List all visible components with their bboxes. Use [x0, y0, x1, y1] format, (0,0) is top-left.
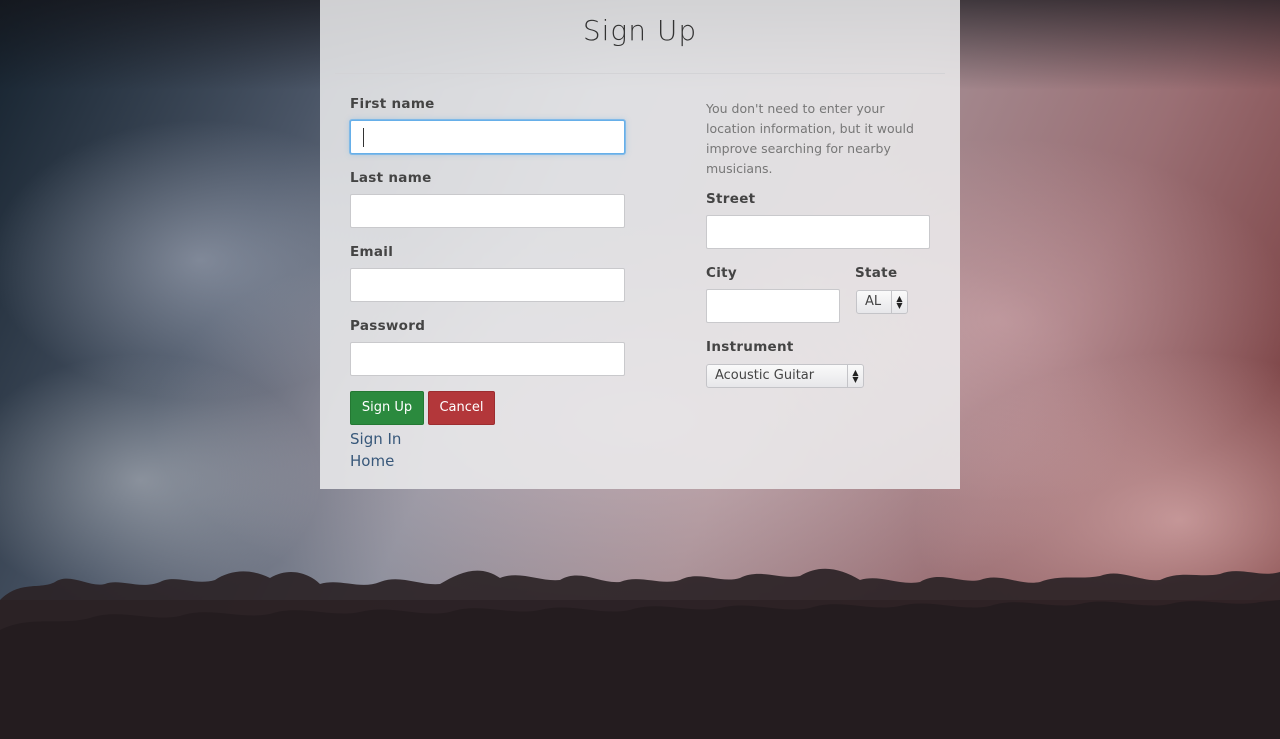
up-down-arrows-icon: ▲ ▼	[847, 365, 863, 387]
street-label: Street	[706, 191, 756, 207]
instrument-selected-value: Acoustic Guitar	[715, 368, 815, 383]
title-divider	[335, 73, 945, 74]
email-field[interactable]	[350, 268, 625, 302]
first-name-label: First name	[350, 96, 435, 112]
password-field[interactable]	[350, 342, 625, 376]
state-select[interactable]: AL ▲ ▼	[856, 290, 908, 314]
last-name-field[interactable]	[350, 194, 625, 228]
location-help-text: You don't need to enter your location in…	[706, 101, 914, 176]
home-link[interactable]: Home	[350, 452, 394, 470]
email-label: Email	[350, 244, 394, 260]
text-caret	[363, 128, 364, 147]
state-label: State	[855, 265, 898, 281]
instrument-select[interactable]: Acoustic Guitar ▲ ▼	[706, 364, 864, 388]
city-field[interactable]	[706, 289, 840, 323]
cancel-button[interactable]: Cancel	[428, 391, 495, 425]
sign-up-button[interactable]: Sign Up	[350, 391, 424, 425]
instrument-label: Instrument	[706, 339, 794, 355]
page-title: Sign Up	[582, 14, 698, 47]
last-name-label: Last name	[350, 170, 432, 186]
signup-panel: Sign Up First name Last name Email Passw…	[320, 0, 960, 489]
first-name-field[interactable]	[350, 120, 625, 154]
sign-in-link[interactable]: Sign In	[350, 430, 401, 448]
street-field[interactable]	[706, 215, 930, 249]
state-selected-value: AL	[865, 294, 882, 309]
password-label: Password	[350, 318, 426, 334]
up-down-arrows-icon: ▲ ▼	[891, 291, 907, 313]
crowd-silhouette	[0, 568, 1280, 739]
city-label: City	[706, 265, 737, 281]
